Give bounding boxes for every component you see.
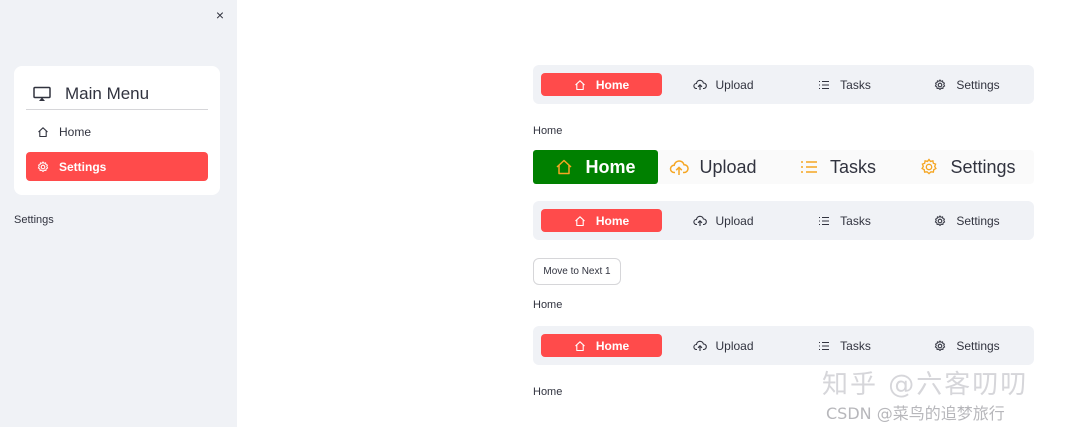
nav-3-home[interactable]: Home xyxy=(541,334,662,357)
nav-1-upload[interactable]: Upload xyxy=(666,73,781,96)
nav-1-home-label: Home xyxy=(595,77,630,92)
nav-2-tasks-label: Tasks xyxy=(840,213,871,228)
gear-icon xyxy=(37,160,51,174)
nav-styled-settings-label: Settings xyxy=(950,156,1016,177)
move-to-next-button[interactable]: Move to Next 1 xyxy=(533,258,621,285)
nav-3-upload-label: Upload xyxy=(715,338,754,353)
menu-item-settings[interactable]: Settings xyxy=(26,152,208,181)
gear-icon xyxy=(934,78,948,92)
nav-styled-home-label: Home xyxy=(585,156,636,177)
nav-2-tasks[interactable]: Tasks xyxy=(785,209,904,232)
house-icon xyxy=(37,125,51,139)
nav-1-tasks-label: Tasks xyxy=(840,77,871,92)
close-sidebar-button[interactable]: × xyxy=(212,6,228,24)
watermark-csdn: CSDN @菜鸟的追梦旅行 xyxy=(826,404,1005,423)
nav-1-tasks[interactable]: Tasks xyxy=(785,73,904,96)
nav-2-home[interactable]: Home xyxy=(541,209,662,232)
nav-1-home[interactable]: Home xyxy=(541,73,662,96)
nav-2-settings-label: Settings xyxy=(956,213,1000,228)
menu-item-home[interactable]: Home xyxy=(26,117,208,146)
list-icon xyxy=(818,339,832,353)
nav-styled-upload-label: Upload xyxy=(699,156,757,177)
sidebar-selected-text: Settings xyxy=(14,214,54,226)
nav-styled-tasks[interactable]: Tasks xyxy=(788,150,888,184)
nav-styled-home[interactable]: Home xyxy=(533,150,658,184)
cloud-upload-icon xyxy=(669,157,690,177)
nav-styled-upload[interactable]: Upload xyxy=(663,150,763,184)
nav-1-upload-label: Upload xyxy=(715,77,754,92)
nav-styled-tasks-label: Tasks xyxy=(829,156,876,177)
house-icon xyxy=(574,78,588,92)
cast-icon xyxy=(33,84,53,104)
nav-2-upload[interactable]: Upload xyxy=(666,209,781,232)
cloud-upload-icon xyxy=(693,339,708,353)
sidebar: × Main Menu Home Settings Settings xyxy=(0,0,237,427)
nav-1-settings[interactable]: Settings xyxy=(908,73,1026,96)
nav-3-tasks-label: Tasks xyxy=(840,338,871,353)
list-icon xyxy=(818,214,832,228)
nav-1-settings-label: Settings xyxy=(956,77,1000,92)
nav-bar-2: Home Upload Tasks Settings xyxy=(533,201,1034,240)
nav-3-upload[interactable]: Upload xyxy=(666,334,781,357)
house-icon xyxy=(574,339,588,353)
nav-2-settings[interactable]: Settings xyxy=(908,209,1026,232)
house-icon xyxy=(555,157,575,177)
menu-item-settings-label: Settings xyxy=(59,159,107,174)
list-icon xyxy=(818,78,832,92)
main-menu-title: Main Menu xyxy=(26,78,208,110)
nav-3-settings[interactable]: Settings xyxy=(908,334,1026,357)
nav-bar-3: Home Upload Tasks Settings xyxy=(533,326,1034,365)
cloud-upload-icon xyxy=(693,78,708,92)
nav-bar-styled: Home Upload Tasks Settings xyxy=(533,150,1034,184)
gear-icon xyxy=(934,214,948,228)
watermark-zhihu: 知乎 @六客叨叨 xyxy=(822,370,1029,400)
gear-icon xyxy=(934,339,948,353)
selected-label-1: Home xyxy=(533,125,563,137)
nav-3-home-label: Home xyxy=(595,338,630,353)
list-icon xyxy=(800,157,820,177)
selected-label-3: Home xyxy=(533,386,563,398)
menu-item-home-label: Home xyxy=(59,124,92,139)
house-icon xyxy=(574,214,588,228)
nav-bar-1: Home Upload Tasks Settings xyxy=(533,65,1034,104)
selected-label-2: Home xyxy=(533,299,563,311)
cloud-upload-icon xyxy=(693,214,708,228)
main-menu-card: Main Menu Home Settings xyxy=(14,66,220,195)
nav-2-upload-label: Upload xyxy=(715,213,754,228)
nav-styled-settings[interactable]: Settings xyxy=(913,150,1023,184)
nav-3-settings-label: Settings xyxy=(956,338,1000,353)
nav-3-tasks[interactable]: Tasks xyxy=(785,334,904,357)
main-menu-title-text: Main Menu xyxy=(65,83,150,103)
gear-icon xyxy=(920,157,940,177)
nav-2-home-label: Home xyxy=(595,213,630,228)
